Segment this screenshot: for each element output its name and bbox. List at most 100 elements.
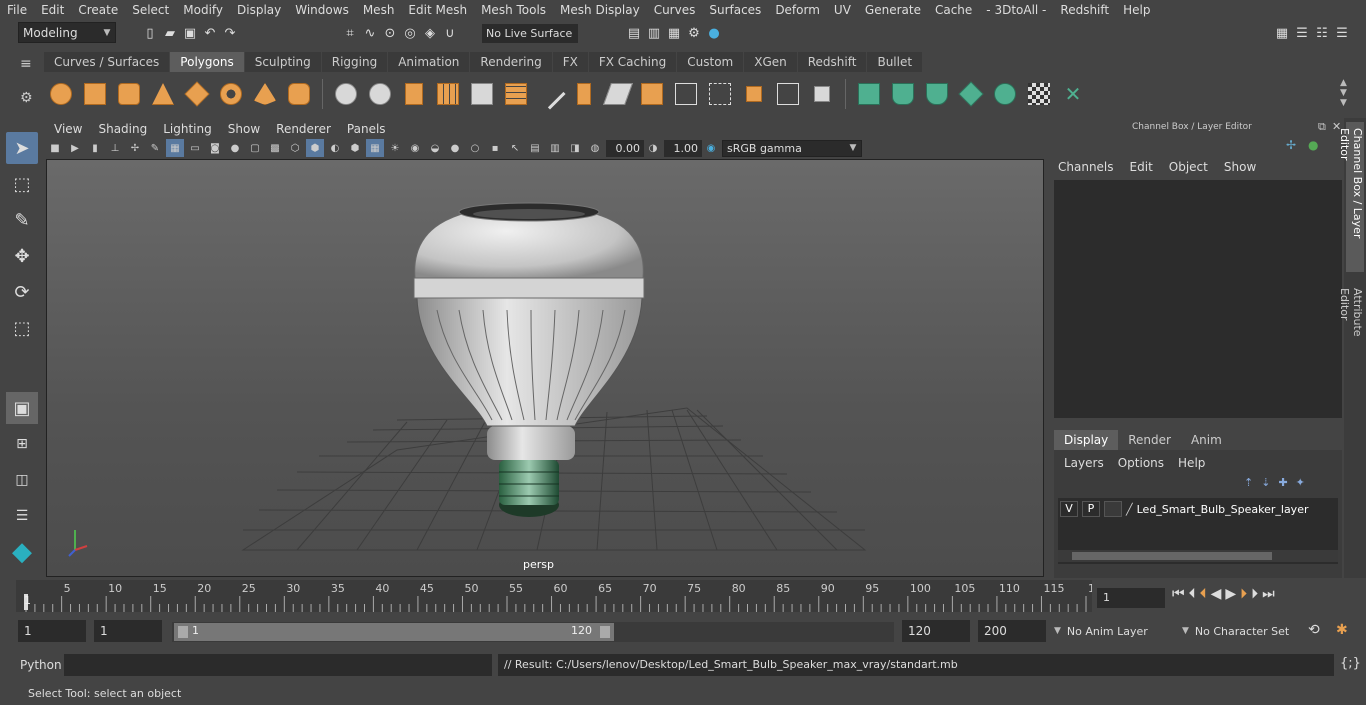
menu-select[interactable]: Select — [125, 3, 176, 17]
uv-layout-icon[interactable]: ✕ — [1059, 80, 1087, 108]
menu-generate[interactable]: Generate — [858, 3, 928, 17]
perspective-viewport[interactable]: persp — [46, 159, 1044, 577]
poly-torus-icon[interactable] — [217, 80, 245, 108]
uv-automatic-icon[interactable] — [957, 80, 985, 108]
field-chart-icon[interactable]: ● — [226, 139, 244, 157]
xray-joints-icon[interactable]: ▤ — [526, 139, 544, 157]
channel-box-icon[interactable]: ☰ — [1332, 23, 1352, 43]
mode-dropdown[interactable]: Modeling ▼ — [18, 22, 116, 43]
character-set-dropdown[interactable]: ▼ No Character Set — [1178, 620, 1302, 642]
layer-scrollbar-thumb[interactable] — [1072, 552, 1272, 560]
gate-mask-icon[interactable]: ◙ — [206, 139, 224, 157]
layer-color-icon[interactable]: ╱ — [1126, 503, 1133, 516]
color-space-dropdown[interactable]: sRGB gamma ▼ — [722, 139, 862, 157]
paint-select-tool-icon[interactable]: ✎ — [6, 204, 38, 236]
panel-float-icon[interactable]: ⧉ — [1318, 120, 1326, 134]
viewport-menu-renderer[interactable]: Renderer — [268, 122, 339, 136]
menu-file[interactable]: File — [0, 3, 34, 17]
snap-magnet-icon[interactable]: ∪ — [440, 23, 460, 43]
gamma-icon[interactable]: ◑ — [644, 139, 662, 157]
uv-planar-icon[interactable] — [855, 80, 883, 108]
camera-attributes-icon[interactable]: ▶ — [66, 139, 84, 157]
snap-curve-icon[interactable]: ∿ — [360, 23, 380, 43]
playback-end-field[interactable]: 120 — [902, 620, 970, 642]
auto-key-icon[interactable]: ⟲ — [1308, 622, 1320, 638]
tab-bullet[interactable]: Bullet — [867, 52, 923, 72]
lasso-tool-icon[interactable]: ⬚ — [6, 168, 38, 200]
viewport-menu-shading[interactable]: Shading — [90, 122, 155, 136]
uv-checker-icon[interactable] — [1025, 80, 1053, 108]
poly-pipe-icon[interactable] — [285, 80, 313, 108]
gear-icon[interactable]: ⚙ — [20, 90, 33, 106]
resolution-gate-icon[interactable]: ▭ — [186, 139, 204, 157]
new-layer-selected-icon[interactable]: ✦ — [1296, 476, 1305, 489]
poly-cylinder-icon[interactable] — [115, 80, 143, 108]
channel-list[interactable] — [1054, 180, 1342, 418]
insert-loop-icon[interactable] — [706, 80, 734, 108]
tab-animation[interactable]: Animation — [388, 52, 470, 72]
exposure-field[interactable]: 0.00 — [606, 139, 644, 157]
render-frame-icon[interactable]: ▥ — [644, 23, 664, 43]
undo-icon[interactable]: ↶ — [200, 23, 220, 43]
viewport-menu-show[interactable]: Show — [220, 122, 268, 136]
safe-action-icon[interactable]: ▢ — [246, 139, 264, 157]
current-frame-field[interactable]: 1 — [1097, 588, 1165, 608]
shelf-menu-icon[interactable]: ≡ — [20, 56, 32, 72]
poly-reduce-icon[interactable] — [468, 80, 496, 108]
xray-icon[interactable]: ▦ — [366, 139, 384, 157]
four-view-layout-icon[interactable]: ⊞ — [6, 428, 38, 460]
layer-menu-layers[interactable]: Layers — [1064, 456, 1104, 470]
menu-surfaces[interactable]: Surfaces — [702, 3, 768, 17]
shadows-icon[interactable]: ◉ — [406, 139, 424, 157]
tab-anim[interactable]: Anim — [1181, 430, 1232, 450]
tab-display[interactable]: Display — [1054, 430, 1119, 450]
range-handle-right[interactable] — [600, 626, 610, 638]
smooth-icon[interactable] — [434, 80, 462, 108]
offset-loop-icon[interactable] — [740, 80, 768, 108]
uv-cylindrical-icon[interactable] — [889, 80, 917, 108]
layer-playback-toggle[interactable]: P — [1082, 501, 1100, 517]
go-to-start-icon[interactable]: ⏮ — [1172, 586, 1185, 602]
poly-cone-icon[interactable] — [149, 80, 177, 108]
new-scene-icon[interactable]: ▯ — [140, 23, 160, 43]
ipr-render-icon[interactable]: ▦ — [664, 23, 684, 43]
menu-edit-mesh[interactable]: Edit Mesh — [401, 3, 474, 17]
play-forwards-icon[interactable]: ▶ — [1225, 586, 1236, 602]
single-perspective-layout-icon[interactable]: ▣ — [6, 392, 38, 424]
redo-icon[interactable]: ↷ — [220, 23, 240, 43]
isolate-select-icon[interactable]: ↖ — [506, 139, 524, 157]
menu-curves[interactable]: Curves — [647, 3, 703, 17]
anti-aliasing-icon[interactable]: ○ — [466, 139, 484, 157]
menu-deform[interactable]: Deform — [768, 3, 827, 17]
channel-menu-show[interactable]: Show — [1224, 160, 1256, 174]
side-tab-channel-box[interactable]: Channel Box / Layer Editor — [1338, 122, 1364, 272]
viewport-menu-lighting[interactable]: Lighting — [155, 122, 220, 136]
film-gate-icon[interactable]: ✎ — [146, 139, 164, 157]
outliner-layout-icon[interactable]: ☰ — [6, 500, 38, 532]
menu-mesh-display[interactable]: Mesh Display — [553, 3, 647, 17]
menu-mesh[interactable]: Mesh — [356, 3, 402, 17]
layer-menu-help[interactable]: Help — [1178, 456, 1205, 470]
menu-edit[interactable]: Edit — [34, 3, 71, 17]
menu-cache[interactable]: Cache — [928, 3, 979, 17]
new-layer-icon[interactable]: ✚ — [1278, 476, 1287, 489]
open-scene-icon[interactable]: ▰ — [160, 23, 180, 43]
color-management-icon[interactable]: ◉ — [702, 139, 720, 157]
move-layer-down-icon[interactable]: ⇣ — [1261, 476, 1270, 489]
menu-display[interactable]: Display — [230, 3, 288, 17]
safe-title-icon[interactable]: ▩ — [266, 139, 284, 157]
side-tab-attribute-editor[interactable]: Attribute Editor — [1338, 282, 1364, 378]
viewport-grid-icon[interactable]: ◨ — [566, 139, 584, 157]
menu-modify[interactable]: Modify — [176, 3, 230, 17]
two-view-layout-icon[interactable]: ◫ — [6, 464, 38, 496]
channel-menu-object[interactable]: Object — [1169, 160, 1208, 174]
range-slider-handle[interactable]: 1 120 — [174, 623, 614, 641]
anim-layer-dropdown[interactable]: ▼ No Anim Layer — [1050, 620, 1174, 642]
tab-fx-caching[interactable]: FX Caching — [588, 52, 677, 72]
channel-menu-edit[interactable]: Edit — [1130, 160, 1153, 174]
tab-polygons[interactable]: Polygons — [170, 52, 244, 72]
xray-active-icon[interactable]: ▥ — [546, 139, 564, 157]
shelf-scroll-icon[interactable]: ▲ ▼ ▼ — [1340, 78, 1347, 108]
tab-sculpting[interactable]: Sculpting — [244, 52, 321, 72]
layer-type-toggle[interactable] — [1104, 501, 1122, 517]
